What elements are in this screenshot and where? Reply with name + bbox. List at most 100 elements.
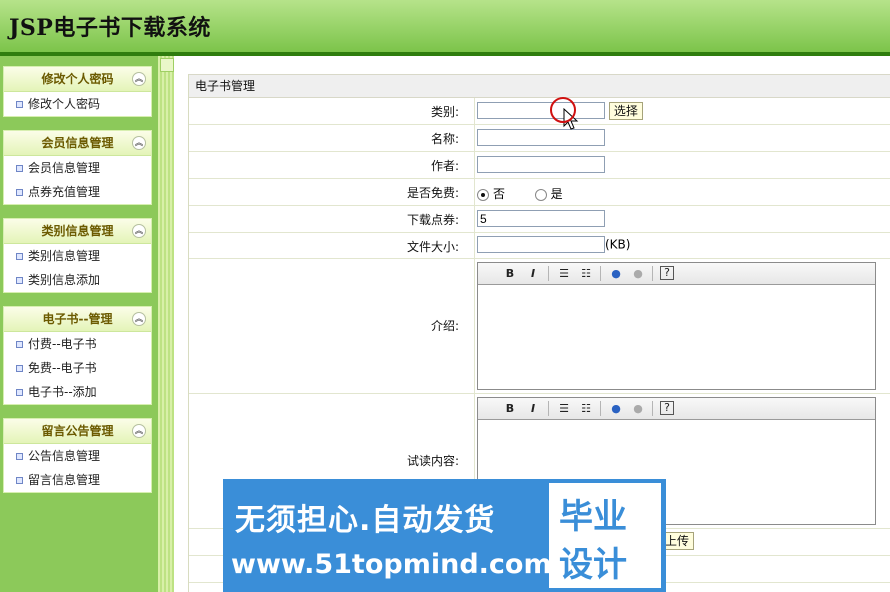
points-input[interactable] [477,210,605,227]
author-label: 作者: [430,159,459,173]
help-icon[interactable]: ? [660,401,674,415]
size-label: 文件大小: [406,240,459,254]
help-icon[interactable]: ? [660,266,674,280]
points-label: 下载点券: [406,213,459,227]
sidebar-group-ebooks: 电子书--管理 ︽ 付费--电子书 免费--电子书 电子书--添加 [3,306,152,405]
sidebar-item-member-info[interactable]: 会员信息管理 [4,156,151,180]
unlink-icon[interactable]: ● [630,401,646,416]
free-label: 是否免费: [406,186,459,200]
sidebar-item-label: 留言信息管理 [28,473,101,487]
radio-yes[interactable] [534,188,547,201]
intro-label: 介绍: [430,319,459,333]
app-header: JSP电子书下载系统 [0,0,890,52]
sidebar-item-label: 类别信息添加 [28,273,101,287]
sidebar-group-password: 修改个人密码 ︽ 修改个人密码 [3,66,152,117]
bold-icon[interactable]: B [502,401,518,416]
app-title: JSP电子书下载系统 [9,15,211,41]
sidebar-group-header[interactable]: 电子书--管理 ︽ [4,307,151,332]
numbered-list-icon[interactable]: ☰ [556,401,572,416]
category-input[interactable] [477,102,605,119]
sidebar-item-category-add[interactable]: 类别信息添加 [4,268,151,292]
sidebar-item-points-recharge[interactable]: 点券充值管理 [4,180,151,204]
sidebar-group-title: 会员信息管理 [41,136,114,150]
bullet-icon [16,189,23,196]
radio-no[interactable] [477,188,489,201]
size-input[interactable] [477,236,605,253]
name-input[interactable] [477,129,605,146]
sidebar-item-label: 免费--电子书 [28,361,97,375]
sidebar-splitter[interactable] [158,56,174,592]
italic-icon[interactable]: I [525,401,541,416]
name-label: 名称: [430,132,459,146]
sidebar-group-header[interactable]: 留言公告管理 ︽ [4,419,151,444]
sidebar-item-ebook-add[interactable]: 电子书--添加 [4,380,151,404]
sidebar-group-categories: 类别信息管理 ︽ 类别信息管理 类别信息添加 [3,218,152,293]
author-input[interactable] [477,156,605,173]
sidebar-item-free-ebooks[interactable]: 免费--电子书 [4,356,151,380]
row-name: 名称: [189,125,890,152]
intro-editor: B I ☰ ☷ ● ● ? [477,262,876,390]
sidebar-item-label: 付费--电子书 [28,337,97,351]
collapse-icon[interactable]: ︽ [132,312,146,326]
watermark-badge: 毕业 设计 [549,483,661,588]
bold-icon[interactable]: B [502,266,518,281]
sidebar-item-announcements[interactable]: 公告信息管理 [4,444,151,468]
section-title: 电子书管理 [189,74,890,98]
sidebar-group-members: 会员信息管理 ︽ 会员信息管理 点券充值管理 [3,130,152,205]
collapse-icon[interactable]: ︽ [132,136,146,150]
collapse-icon[interactable]: ︽ [132,224,146,238]
editor-toolbar: B I ☰ ☷ ● ● ? [478,263,875,285]
row-points: 下载点券: [189,206,890,233]
sidebar-item-messages[interactable]: 留言信息管理 [4,468,151,492]
splitter-toggle[interactable] [160,58,174,72]
row-size: 文件大小: (KB) [189,233,890,259]
bullet-icon [16,165,23,172]
sidebar-item-label: 类别信息管理 [28,249,101,263]
link-icon[interactable]: ● [608,401,624,416]
sidebar-item-category-manage[interactable]: 类别信息管理 [4,244,151,268]
sidebar-item-label: 电子书--添加 [28,385,97,399]
sidebar-item-paid-ebooks[interactable]: 付费--电子书 [4,332,151,356]
intro-textarea[interactable] [478,285,875,384]
bullet-list-icon[interactable]: ☷ [578,266,594,281]
bullet-list-icon[interactable]: ☷ [578,401,594,416]
collapse-icon[interactable]: ︽ [132,72,146,86]
watermark-badge-line2: 设计 [559,545,627,585]
bullet-icon [16,365,23,372]
link-icon[interactable]: ● [608,266,624,281]
sidebar-item-change-password[interactable]: 修改个人密码 [4,92,151,116]
watermark-banner: 无须担心.自动发货 www.51topmind.com 毕业 设计 [223,479,666,592]
unlink-icon[interactable]: ● [630,266,646,281]
sidebar-group-header[interactable]: 会员信息管理 ︽ [4,131,151,156]
sidebar-group-messages: 留言公告管理 ︽ 公告信息管理 留言信息管理 [3,418,152,493]
sidebar-group-title: 修改个人密码 [41,72,114,86]
sidebar-group-title: 留言公告管理 [41,424,114,438]
watermark-url: www.51topmind.com [231,549,552,580]
bullet-icon [16,253,23,260]
choose-button[interactable]: 选择 [608,102,643,120]
sidebar-item-label: 点券充值管理 [28,185,101,199]
bullet-icon [16,101,23,108]
watermark-badge-line1: 毕业 [559,497,627,537]
collapse-icon[interactable]: ︽ [132,424,146,438]
trial-label: 试读内容: [406,454,459,468]
bullet-icon [16,477,23,484]
radio-no-label: 否 [493,187,506,201]
click-highlight-icon [550,97,576,123]
sidebar-group-title: 类别信息管理 [41,224,114,238]
bullet-icon [16,277,23,284]
italic-icon[interactable]: I [525,266,541,281]
numbered-list-icon[interactable]: ☰ [556,266,572,281]
sidebar-item-label: 修改个人密码 [28,97,101,111]
sidebar-group-header[interactable]: 类别信息管理 ︽ [4,219,151,244]
watermark-slogan: 无须担心.自动发货 [235,503,496,538]
sidebar-group-title: 电子书--管理 [42,312,113,326]
radio-yes-label: 是 [550,187,563,201]
row-free: 是否免费: 否 是 [189,179,890,206]
bullet-icon [16,341,23,348]
editor-toolbar: B I ☰ ☷ ● ● ? [478,398,875,420]
row-author: 作者: [189,152,890,179]
bullet-icon [16,389,23,396]
sidebar-group-header[interactable]: 修改个人密码 ︽ [4,67,151,92]
category-label: 类别: [430,105,459,119]
